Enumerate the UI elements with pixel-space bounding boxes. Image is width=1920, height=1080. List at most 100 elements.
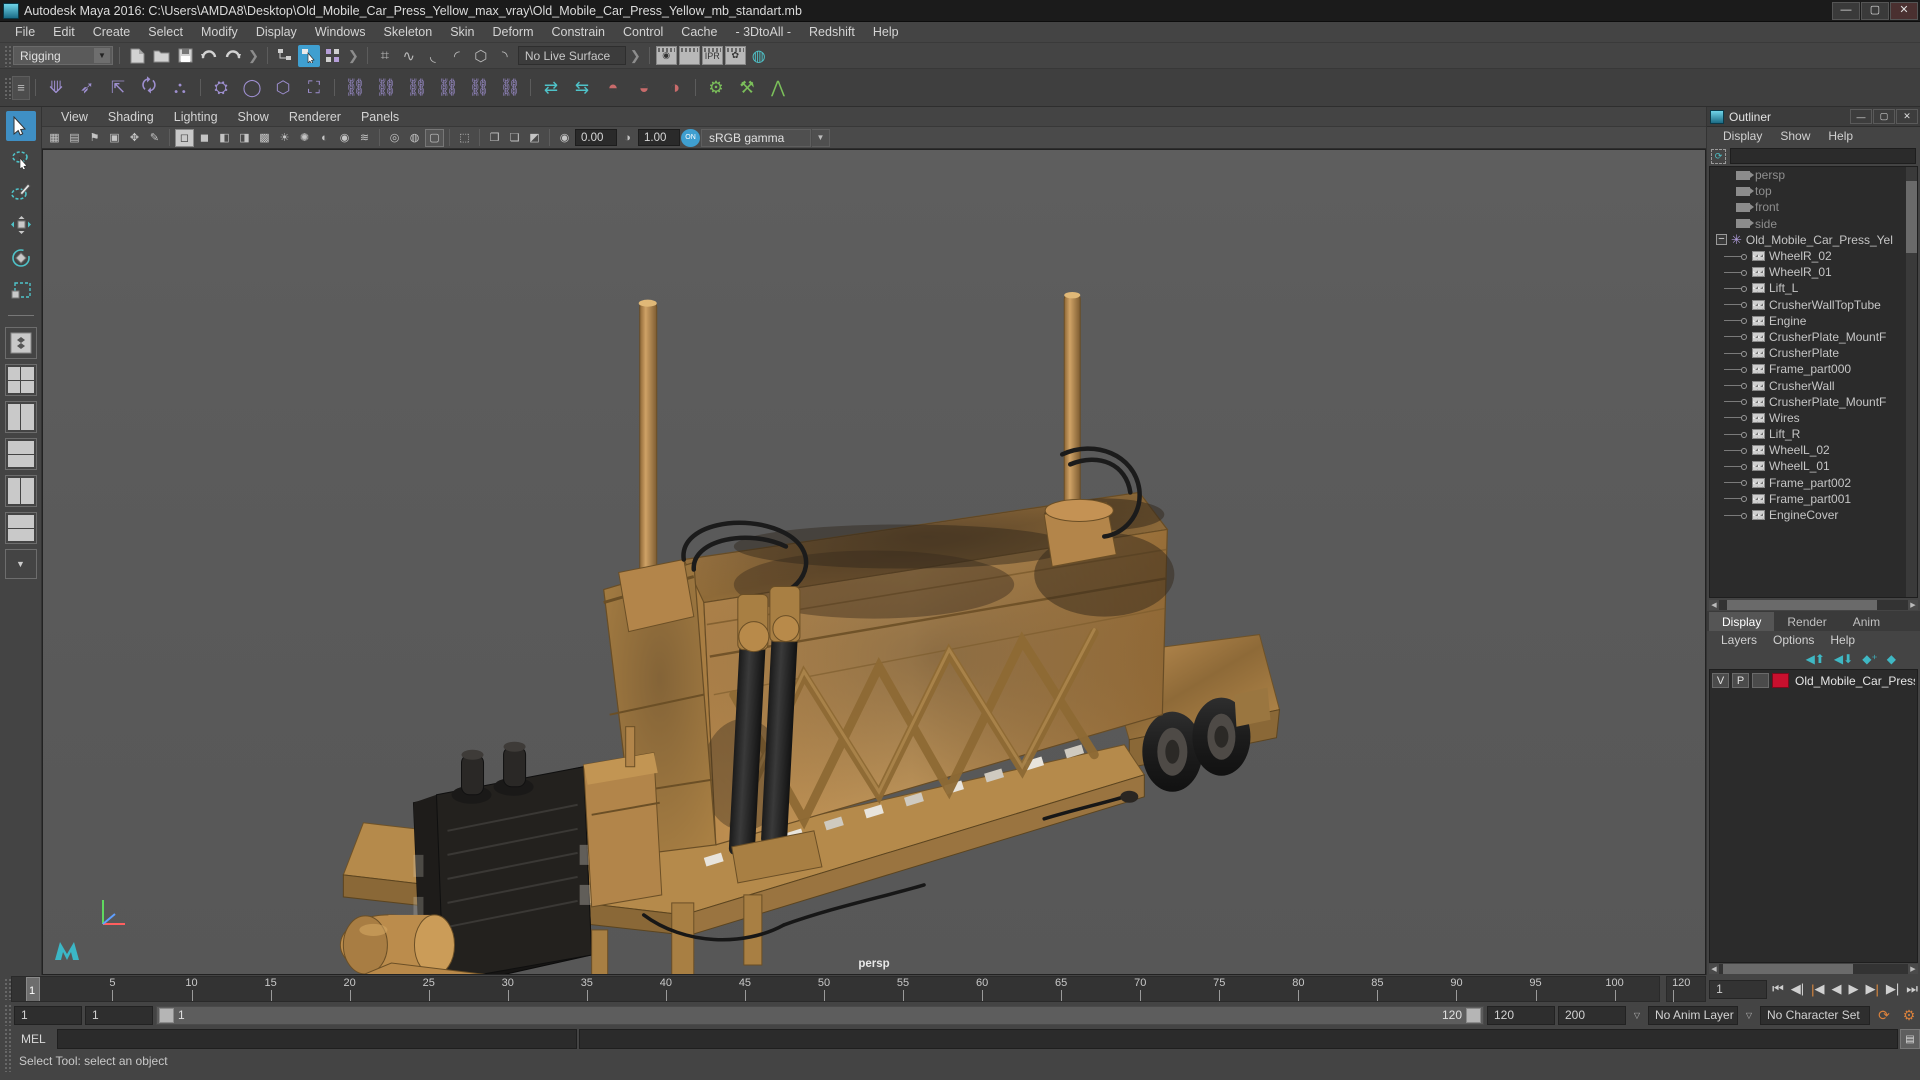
save-scene-icon[interactable] (174, 45, 196, 67)
script-editor-icon[interactable]: ▤ (1900, 1029, 1920, 1049)
outliner-item-mesh[interactable]: WheelL_01 (1710, 458, 1917, 474)
close-button[interactable]: ✕ (1890, 1, 1918, 20)
menu-redshift[interactable]: Redshift (800, 22, 864, 43)
go-to-start-icon[interactable]: ⏮ (1770, 981, 1786, 997)
outliner-item-mesh[interactable]: CrusherWall (1710, 377, 1917, 393)
toolbar-collapse-1[interactable]: ❯ (246, 48, 261, 64)
outliner-item-mesh[interactable]: Frame_part002 (1710, 475, 1917, 491)
animation-end-field[interactable]: 200 (1558, 1005, 1626, 1025)
current-frame-field[interactable]: 1 (1709, 979, 1768, 999)
ipr-render-icon[interactable]: IPR (701, 46, 723, 65)
outliner-item-persp[interactable]: persp (1710, 167, 1917, 183)
tab-render[interactable]: Render (1774, 612, 1840, 631)
muscle-spline-icon[interactable]: ◒ (629, 73, 659, 103)
render-current-frame-icon[interactable]: ◉ (655, 46, 677, 65)
outliner-item-top[interactable]: top (1710, 183, 1917, 199)
command-input[interactable] (57, 1029, 577, 1049)
depth-of-field-icon[interactable]: ◍ (405, 129, 424, 147)
outliner-item-mesh[interactable]: CrusherPlate_MountF (1710, 394, 1917, 410)
use-all-lights-icon[interactable]: ✺ (295, 129, 314, 147)
outliner-item-side[interactable]: side (1710, 216, 1917, 232)
camera-attributes-icon[interactable]: ▤ (65, 129, 84, 147)
scale-tool-icon[interactable] (6, 276, 36, 306)
image-plane-icon[interactable]: ▣ (105, 129, 124, 147)
menu-control[interactable]: Control (614, 22, 672, 43)
point-constraint-icon[interactable]: ⛓ (371, 73, 401, 103)
chevron-down-icon[interactable]: ▽ (1629, 1006, 1645, 1025)
exposure-icon[interactable]: ◉ (555, 129, 574, 147)
step-forward-frame-icon[interactable]: ▶ | (1864, 981, 1881, 997)
motion-blur-icon[interactable]: ≋ (355, 129, 374, 147)
timeline-end-marker[interactable]: 120 (1666, 976, 1707, 1002)
wrap-deformer-icon[interactable]: ⇆ (567, 73, 597, 103)
shaded-texture-icon[interactable]: ▩ (255, 129, 274, 147)
menu-skeleton[interactable]: Skeleton (375, 22, 442, 43)
toolbar-gripper[interactable] (4, 44, 11, 67)
texture-clamp-icon[interactable]: ❐ (485, 129, 504, 147)
lasso-tool-icon[interactable] (6, 144, 36, 174)
snap-make-live-icon[interactable]: ◝ (494, 45, 516, 67)
auto-keyframe-toggle-icon[interactable]: ⟳ (1873, 1005, 1895, 1025)
toolbar-collapse-2[interactable]: ❯ (346, 48, 361, 64)
outliner-item-mesh[interactable]: WheelL_02 (1710, 442, 1917, 458)
mirror-joint-icon[interactable]: ⛬ (165, 73, 195, 103)
range-end-handle[interactable] (1466, 1007, 1481, 1023)
sync-selection-icon[interactable]: ⟳ (1711, 148, 1726, 164)
ambient-occlusion-icon[interactable]: ◉ (335, 129, 354, 147)
muscle-icon[interactable]: ◓ (598, 73, 628, 103)
outliner-maximize-button[interactable]: ▢ (1873, 109, 1895, 124)
scrollbar-thumb[interactable] (1727, 599, 1877, 610)
multisample-aa-icon[interactable]: ◎ (385, 129, 404, 147)
render-sequence-icon[interactable] (678, 46, 700, 65)
menu-edit[interactable]: Edit (44, 22, 84, 43)
open-scene-icon[interactable] (150, 45, 172, 67)
toolbar-collapse-3[interactable]: ❯ (628, 48, 643, 64)
layout-more-button[interactable]: ▼ (4, 549, 37, 579)
scrollbar-thumb[interactable] (1723, 964, 1853, 974)
snap-view-plane-icon[interactable]: ⬡ (470, 45, 492, 67)
hypershade-icon[interactable]: ◍ (748, 45, 770, 67)
car-crusher-3d-model[interactable] (43, 150, 1705, 974)
move-tool-icon[interactable] (6, 210, 36, 240)
aim-constraint-icon[interactable]: ⛓ (464, 73, 494, 103)
range-start-handle[interactable] (159, 1007, 174, 1023)
layer-shading-toggle[interactable] (1752, 673, 1769, 688)
perspective-viewport[interactable]: persp (42, 149, 1706, 975)
menu-help[interactable]: Help (864, 22, 908, 43)
blend-shape-icon[interactable]: ⇄ (536, 73, 566, 103)
rotate-tool-icon[interactable] (6, 243, 36, 273)
layer-visibility-toggle[interactable]: V (1712, 673, 1729, 688)
play-forwards-icon[interactable]: ▶ (1847, 981, 1861, 997)
move-layer-up-icon[interactable]: ◀⬆ (1806, 652, 1825, 666)
create-joint-icon[interactable]: ⟱ (41, 73, 71, 103)
help-gripper[interactable] (4, 1050, 11, 1072)
outliner-item-mesh[interactable]: Wires (1710, 410, 1917, 426)
quick-rig-icon[interactable]: ⚙ (701, 73, 731, 103)
wireframe-shading-icon[interactable]: ◻ (175, 128, 194, 147)
step-back-frame-icon[interactable]: | ◀ (1809, 981, 1826, 997)
color-management-field[interactable]: sRGB gamma (701, 128, 811, 147)
color-management-toggle-icon[interactable]: ON (681, 128, 700, 147)
skeleton-generator-icon[interactable]: ⋀ (763, 73, 793, 103)
panel-menu-renderer[interactable]: Renderer (280, 107, 350, 127)
step-back-key-icon[interactable]: ◀| (1789, 981, 1806, 997)
two-d-pan-zoom-icon[interactable]: ✥ (125, 129, 144, 147)
menu-select[interactable]: Select (139, 22, 192, 43)
range-end-field[interactable]: 120 (1487, 1005, 1555, 1025)
layer-horizontal-scrollbar[interactable] (1719, 964, 1908, 974)
smooth-shade-selected-icon[interactable]: ◧ (215, 129, 234, 147)
layer-menu-layers[interactable]: Layers (1713, 633, 1765, 647)
muscle-sticky-icon[interactable]: ◑ (660, 73, 690, 103)
use-default-lighting-icon[interactable]: ☀ (275, 129, 294, 147)
layer-name-label[interactable]: Old_Mobile_Car_Press_ (1795, 674, 1915, 688)
panel-menu-lighting[interactable]: Lighting (165, 107, 227, 127)
select-tool-icon[interactable] (5, 111, 36, 141)
panel-menu-show[interactable]: Show (229, 107, 278, 127)
new-layer-icon[interactable]: ◆⁺ (1862, 652, 1878, 666)
layout-single-perspective-button[interactable] (4, 327, 37, 359)
outliner-search-input[interactable] (1730, 148, 1916, 164)
outliner-item-mesh[interactable]: CrusherWallTopTube (1710, 297, 1917, 313)
new-scene-icon[interactable] (126, 45, 148, 67)
insert-joint-icon[interactable]: 🗘 (134, 73, 164, 103)
outliner-menu-show[interactable]: Show (1772, 127, 1818, 146)
